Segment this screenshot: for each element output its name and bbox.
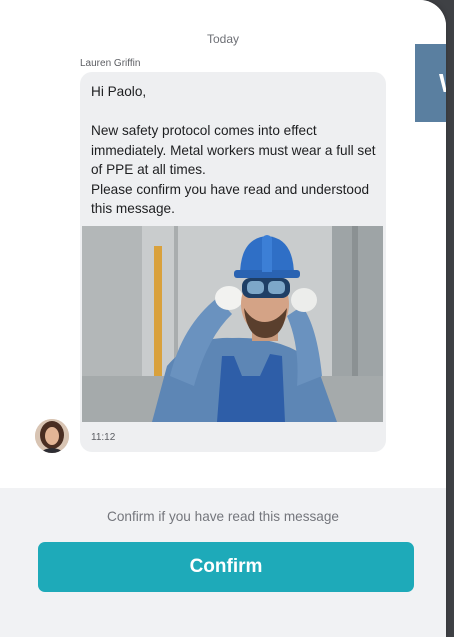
worker-in-ppe-photo[interactable]	[82, 226, 383, 422]
avatar-illustration	[35, 419, 69, 453]
message-time: 11:12	[91, 432, 116, 443]
sender-name: Lauren Griffin	[80, 58, 141, 69]
date-divider: Today	[206, 32, 240, 46]
confirm-button[interactable]: Confirm	[38, 542, 414, 592]
message-bubble: Hi Paolo, New safety protocol comes into…	[80, 72, 386, 452]
photo-illustration	[82, 226, 383, 422]
confirm-hint: Confirm if you have read this message	[107, 509, 339, 524]
message-text: Hi Paolo, New safety protocol comes into…	[91, 84, 376, 216]
message-card: Today Lauren Griffin Hi Paolo, New safet…	[0, 0, 446, 637]
side-banner: W	[415, 44, 446, 122]
chat-area[interactable]: Today Lauren Griffin Hi Paolo, New safet…	[0, 0, 446, 488]
sender-avatar[interactable]	[35, 419, 69, 453]
